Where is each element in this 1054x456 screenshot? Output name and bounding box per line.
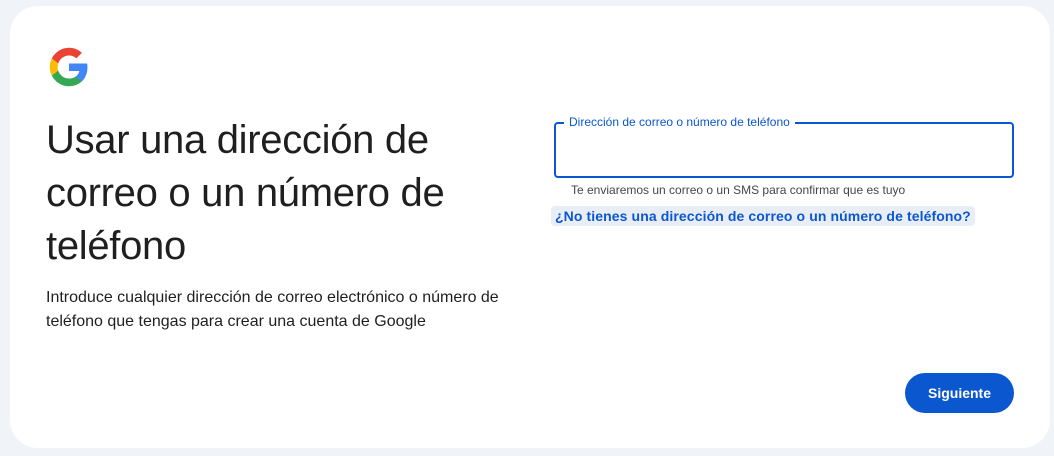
no-email-or-phone-link[interactable]: ¿No tienes una dirección de correo o un … bbox=[551, 206, 975, 226]
email-or-phone-label: Dirección de correo o número de teléfono bbox=[564, 114, 795, 130]
email-or-phone-field[interactable]: Dirección de correo o número de teléfono bbox=[554, 114, 1014, 178]
email-or-phone-input[interactable] bbox=[556, 124, 1012, 176]
field-helper-text: Te enviaremos un correo o un SMS para co… bbox=[571, 183, 906, 197]
signup-card: Usar una dirección de correo o un número… bbox=[10, 6, 1050, 448]
google-logo-icon bbox=[48, 46, 90, 88]
page-title: Usar una dirección de correo o un número… bbox=[46, 118, 445, 268]
page-subtitle: Introduce cualquier dirección de correo … bbox=[46, 289, 499, 330]
next-button[interactable]: Siguiente bbox=[905, 373, 1014, 413]
